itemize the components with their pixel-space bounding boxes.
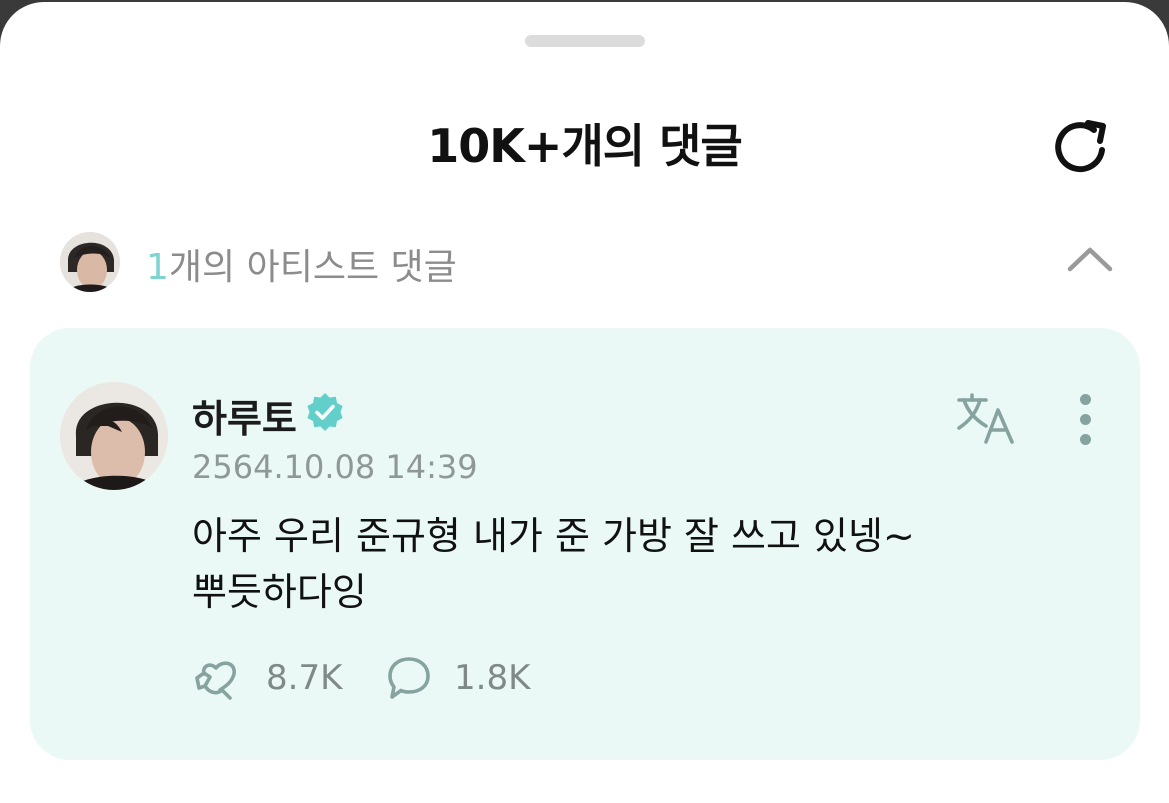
- like-button[interactable]: 8.7K: [192, 654, 342, 702]
- artist-comments-label: 1개의 아티스트 댓글: [146, 238, 457, 290]
- artist-comments-text: 개의 아티스트 댓글: [168, 247, 457, 288]
- sheet-grabber[interactable]: [525, 35, 645, 47]
- comments-sheet: 10K+개의 댓글 1개의 아티스트 댓글 하루토 2564.10.08 14:…: [0, 2, 1169, 803]
- comment-text: 아주 우리 준규형 내가 준 가방 잘 쓰고 있넹~ 뿌듯하다잉: [192, 514, 915, 614]
- artist-comment-card: 하루토 2564.10.08 14:39 아주 우리 준규형 내가 준 가방 잘…: [30, 328, 1140, 760]
- reply-button[interactable]: 1.8K: [386, 654, 530, 702]
- artist-avatar-small: [60, 232, 120, 292]
- heart-icon: [195, 661, 236, 700]
- comments-title: 10K+개의 댓글: [427, 119, 743, 173]
- translate-icon[interactable]: [956, 392, 1018, 446]
- more-vertical-icon[interactable]: [1070, 394, 1100, 450]
- chevron-up-icon[interactable]: [1066, 244, 1114, 274]
- refresh-icon[interactable]: [1050, 114, 1116, 176]
- verified-badge-icon: [304, 391, 346, 433]
- comment-author[interactable]: 하루토: [192, 388, 297, 443]
- artist-comments-count: 1: [146, 247, 169, 288]
- comment-bubble-icon: [388, 657, 430, 699]
- reply-count: 1.8K: [454, 658, 531, 698]
- like-count: 8.7K: [266, 658, 343, 698]
- author-avatar[interactable]: [60, 382, 168, 490]
- artist-comments-toggle[interactable]: 1개의 아티스트 댓글: [60, 230, 1120, 296]
- comment-date: 2564.10.08 14:39: [192, 448, 478, 486]
